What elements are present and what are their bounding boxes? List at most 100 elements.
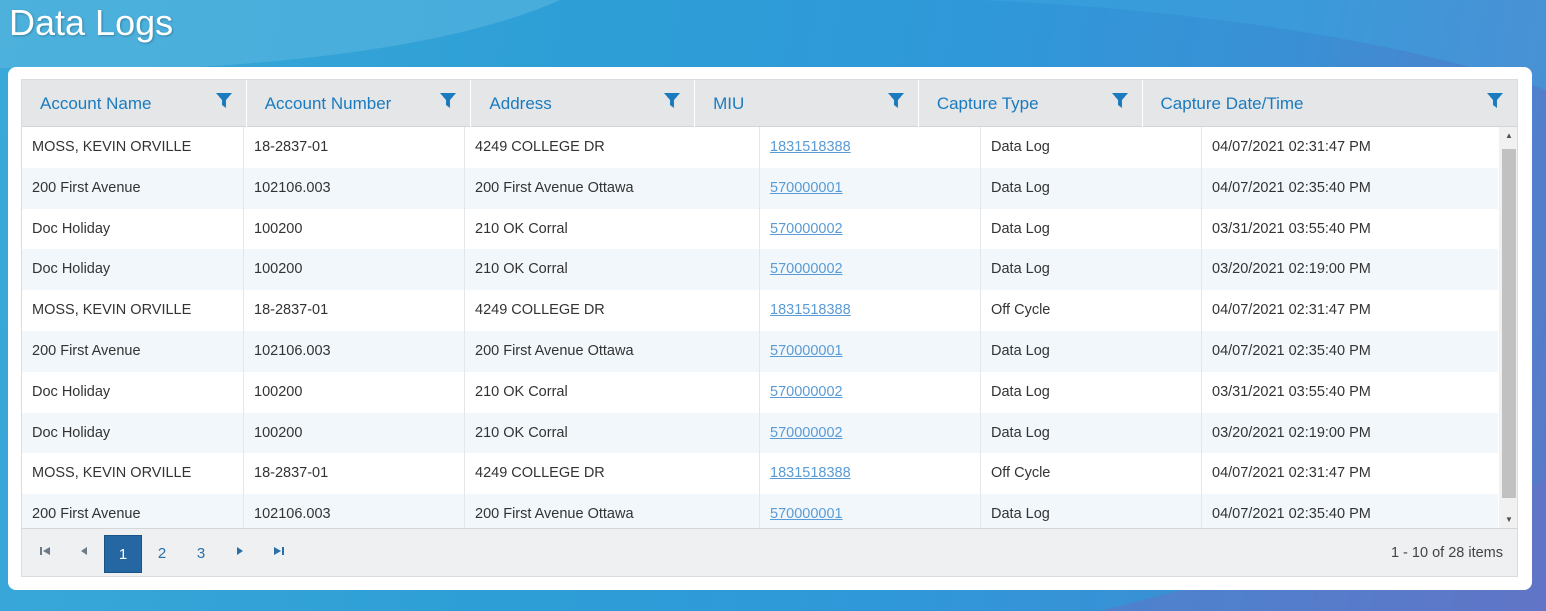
cell-capture-datetime: 03/20/2021 02:19:00 PM — [1212, 261, 1371, 278]
previous-page-button[interactable] — [65, 535, 103, 573]
scroll-thumb[interactable] — [1502, 149, 1516, 498]
cell-address: 200 First Avenue Ottawa — [465, 330, 760, 372]
cell-miu: 570000001 — [760, 167, 981, 209]
data-logs-card: Account Name Account Number Address MIU Capt… — [8, 67, 1532, 590]
miu-link[interactable]: 1831518388 — [770, 139, 851, 155]
cell-capture-type: Data Log — [981, 249, 1202, 291]
table-row[interactable]: Doc Holiday 100200 210 OK Corral 570000002 D… — [22, 208, 1498, 250]
column-header-label: Capture Date/Time — [1160, 94, 1304, 113]
cell-capture-type: Data Log — [981, 371, 1202, 413]
table-row[interactable]: 200 First Avenue 102106.003 200 First Aven… — [22, 330, 1498, 372]
cell-address: 210 OK Corral — [465, 249, 760, 291]
cell-address: 210 OK Corral — [465, 371, 760, 413]
cell-capture-datetime: 03/31/2021 03:55:40 PM — [1212, 383, 1371, 400]
filter-icon[interactable] — [1487, 92, 1503, 110]
cell-account-number: 100200 — [244, 412, 465, 454]
table-row[interactable]: 200 First Avenue 102106.003 200 First Aven… — [22, 494, 1498, 528]
miu-link[interactable]: 570000002 — [770, 261, 843, 277]
cell-account-number: 102106.003 — [244, 494, 465, 528]
miu-link[interactable]: 570000001 — [770, 343, 843, 359]
cell-capture-type: Data Log — [981, 208, 1202, 250]
column-header-capture-datetime[interactable]: Capture Date/Time — [1143, 80, 1517, 127]
pager-info: 1 - 10 of 28 items — [1390, 545, 1503, 561]
cell-miu: 570000002 — [760, 249, 981, 291]
page-button-3[interactable]: 3 — [182, 535, 220, 573]
table-row[interactable]: Doc Holiday 100200 210 OK Corral 570000002 D… — [22, 371, 1498, 413]
filter-icon[interactable] — [664, 92, 681, 110]
first-page-button[interactable] — [26, 535, 64, 573]
column-header-capture-type[interactable]: Capture Type — [919, 80, 1143, 127]
column-header-label: MIU — [713, 94, 745, 113]
table-row[interactable]: Doc Holiday 100200 210 OK Corral 570000002 D… — [22, 412, 1498, 454]
page-title: Data Logs — [9, 2, 174, 43]
miu-link[interactable]: 1831518388 — [770, 465, 851, 481]
cell-miu: 570000001 — [760, 494, 981, 528]
last-page-button[interactable] — [260, 535, 298, 573]
column-header-label: Address — [489, 94, 552, 113]
scroll-up-arrow-icon[interactable]: ▲ — [1499, 127, 1517, 144]
miu-link[interactable]: 570000002 — [770, 384, 843, 400]
column-header-account-name[interactable]: Account Name — [22, 80, 247, 127]
cell-capture-type: Off Cycle — [981, 290, 1202, 331]
cell-account-name: 200 First Avenue — [22, 167, 244, 209]
grid-header: Account Name Account Number Address MIU Capt… — [22, 80, 1517, 127]
miu-link[interactable]: 570000002 — [770, 221, 843, 237]
cell-account-name: Doc Holiday — [22, 249, 244, 291]
cell-account-name: 200 First Avenue — [22, 330, 244, 372]
next-page-button[interactable] — [221, 535, 259, 573]
grid-body[interactable]: MOSS, KEVIN ORVILLE 18-2837-01 4249 COLLEG… — [22, 127, 1517, 528]
cell-capture-type: Data Log — [981, 167, 1202, 209]
column-header-label: Account Name — [40, 94, 152, 113]
table-row[interactable]: MOSS, KEVIN ORVILLE 18-2837-01 4249 COLLEG… — [22, 290, 1498, 331]
table-row[interactable]: MOSS, KEVIN ORVILLE 18-2837-01 4249 COLLEG… — [22, 453, 1498, 495]
cell-miu: 1831518388 — [760, 453, 981, 495]
page-button-2[interactable]: 2 — [143, 535, 181, 573]
column-header-address[interactable]: Address — [471, 80, 696, 127]
miu-link[interactable]: 570000001 — [770, 506, 843, 522]
miu-link[interactable]: 570000002 — [770, 425, 843, 441]
cell-account-number: 100200 — [244, 371, 465, 413]
cell-miu: 570000001 — [760, 330, 981, 372]
table-row[interactable]: MOSS, KEVIN ORVILLE 18-2837-01 4249 COLLEG… — [22, 127, 1498, 168]
filter-icon[interactable] — [440, 92, 457, 110]
cell-capture-datetime: 04/07/2021 02:35:40 PM — [1212, 179, 1371, 196]
filter-icon[interactable] — [1111, 92, 1128, 110]
cell-account-number: 18-2837-01 — [244, 127, 465, 168]
cell-account-number: 100200 — [244, 208, 465, 250]
cell-account-name: Doc Holiday — [22, 208, 244, 250]
cell-account-name: MOSS, KEVIN ORVILLE — [22, 290, 244, 331]
cell-capture-datetime: 04/07/2021 02:31:47 PM — [1212, 465, 1371, 482]
cell-address: 4249 COLLEGE DR — [465, 127, 760, 168]
filter-icon[interactable] — [215, 92, 232, 110]
cell-account-name: Doc Holiday — [22, 412, 244, 454]
vertical-scrollbar[interactable]: ▲ ▼ — [1499, 127, 1517, 528]
table-row[interactable]: Doc Holiday 100200 210 OK Corral 570000002 D… — [22, 249, 1498, 291]
column-header-account-number[interactable]: Account Number — [247, 80, 472, 127]
cell-address: 210 OK Corral — [465, 412, 760, 454]
cell-miu: 570000002 — [760, 371, 981, 413]
column-header-miu[interactable]: MIU — [695, 80, 919, 127]
column-header-label: Account Number — [264, 94, 392, 113]
cell-capture-datetime: 04/07/2021 02:35:40 PM — [1212, 506, 1371, 523]
cell-capture-datetime: 04/07/2021 02:35:40 PM — [1212, 342, 1371, 359]
cell-capture-datetime: 04/07/2021 02:31:47 PM — [1212, 302, 1371, 319]
pager: 123 1 - 10 of 28 items — [22, 528, 1517, 576]
miu-link[interactable]: 570000001 — [770, 180, 843, 196]
page-number-list: 123 — [104, 534, 221, 573]
scroll-down-arrow-icon[interactable]: ▼ — [1499, 511, 1517, 528]
grid-rows: MOSS, KEVIN ORVILLE 18-2837-01 4249 COLLEG… — [22, 127, 1498, 528]
filter-icon[interactable] — [887, 92, 904, 110]
miu-link[interactable]: 1831518388 — [770, 302, 851, 318]
next-page-icon — [237, 546, 243, 555]
cell-account-number: 100200 — [244, 249, 465, 291]
table-row[interactable]: 200 First Avenue 102106.003 200 First Aven… — [22, 167, 1498, 209]
cell-miu: 570000002 — [760, 412, 981, 454]
cell-capture-datetime: 03/31/2021 03:55:40 PM — [1212, 220, 1371, 237]
cell-account-number: 102106.003 — [244, 167, 465, 209]
column-header-label: Capture Type — [936, 94, 1039, 113]
page-button-1[interactable]: 1 — [104, 534, 142, 573]
data-logs-grid: Account Name Account Number Address MIU Capt… — [21, 79, 1518, 577]
cell-capture-datetime: 04/07/2021 02:31:47 PM — [1212, 139, 1371, 155]
first-page-icon — [40, 546, 50, 555]
cell-account-name: Doc Holiday — [22, 371, 244, 413]
